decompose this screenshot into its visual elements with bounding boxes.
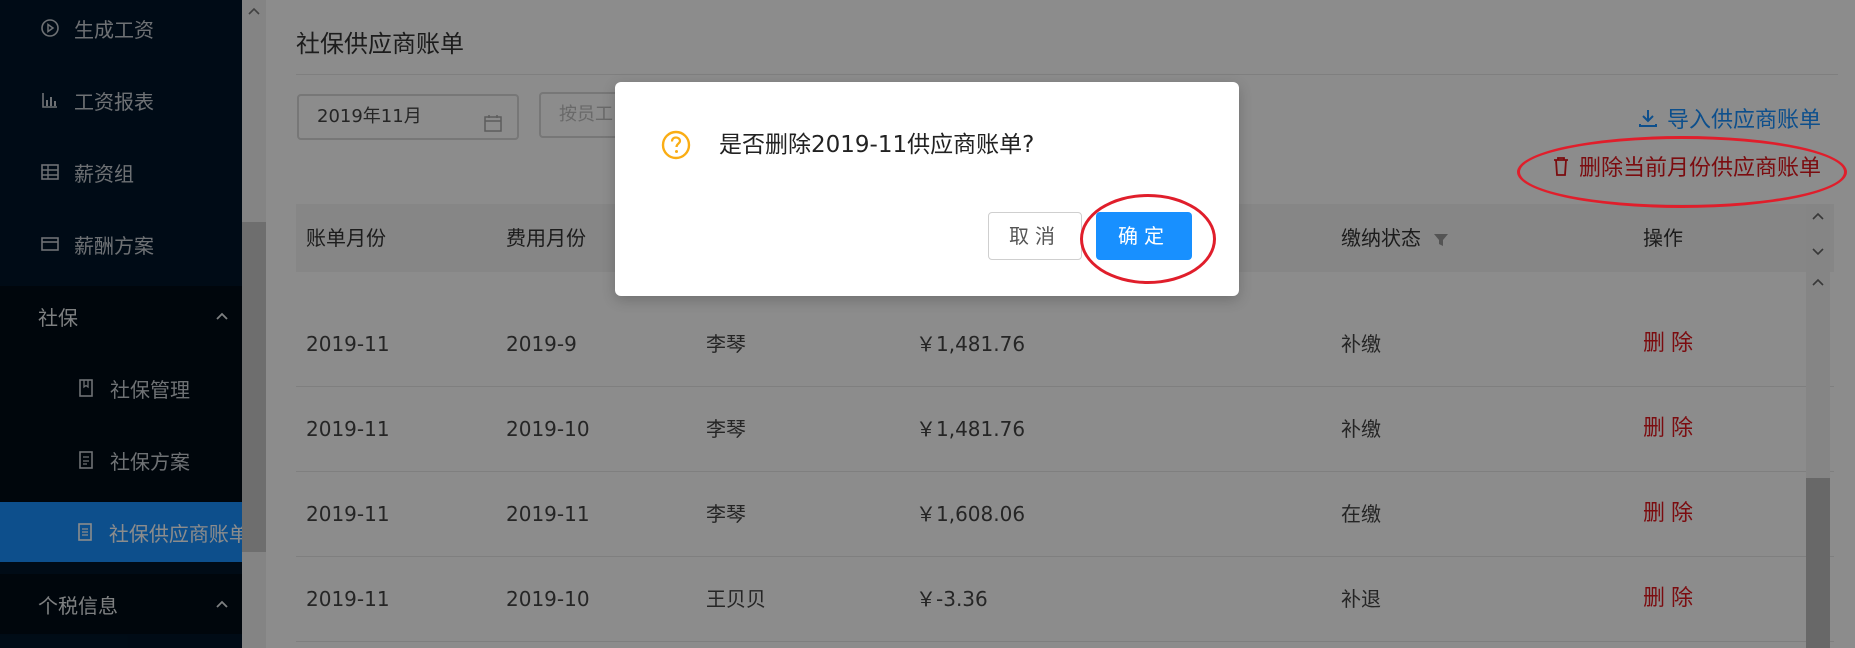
annotation-circle [1080, 194, 1216, 284]
annotation-circle [1517, 136, 1847, 208]
question-circle-icon [661, 130, 691, 160]
cancel-button[interactable]: 取消 [988, 212, 1082, 260]
dialog-message: 是否删除2019-11供应商账单? [719, 132, 1035, 158]
